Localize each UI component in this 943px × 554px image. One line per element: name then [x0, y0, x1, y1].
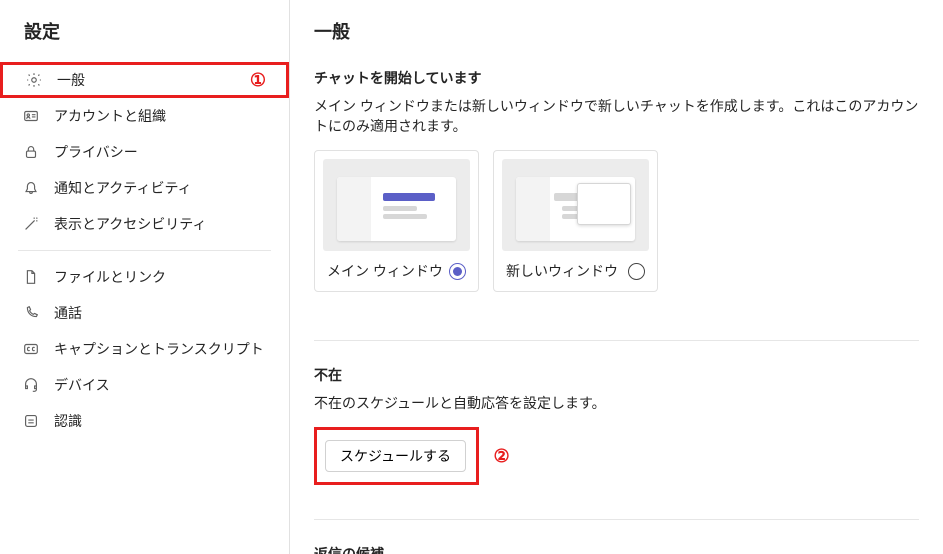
divider [314, 340, 919, 341]
lock-icon [22, 143, 40, 161]
settings-main: 一般 チャットを開始しています メイン ウィンドウまたは新しいウィンドウで新しい… [290, 0, 943, 554]
card-icon [22, 107, 40, 125]
sidebar-item-account[interactable]: アカウントと組織 [0, 98, 289, 134]
thumbnail-main-window [323, 159, 470, 251]
sidebar-item-devices[interactable]: デバイス [0, 367, 289, 403]
section-description: メイン ウィンドウまたは新しいウィンドウで新しいチャットを作成します。これはこの… [314, 96, 919, 136]
section-suggested-replies: 返信の候補 返信の候補をチャットに表示する [314, 544, 919, 554]
file-icon [22, 268, 40, 286]
section-chat-open: チャットを開始しています メイン ウィンドウまたは新しいウィンドウで新しいチャッ… [314, 68, 919, 292]
sidebar-title: 設定 [0, 16, 289, 62]
sidebar-separator [18, 250, 271, 251]
section-heading: 返信の候補 [314, 544, 919, 554]
wand-icon [22, 215, 40, 233]
cc-icon [22, 340, 40, 358]
divider [314, 519, 919, 520]
sidebar-item-label: デバイス [54, 375, 110, 395]
section-description: 不在のスケジュールと自動応答を設定します。 [314, 393, 919, 413]
page-title: 一般 [314, 18, 919, 44]
sidebar-item-label: キャプションとトランスクリプト [54, 339, 264, 359]
callout-box-two: スケジュールする [314, 427, 479, 485]
option-main-window[interactable]: メイン ウィンドウ [314, 150, 479, 292]
badge-icon [22, 412, 40, 430]
sidebar-item-privacy[interactable]: プライバシー [0, 134, 289, 170]
bell-icon [22, 179, 40, 197]
sidebar-item-calls[interactable]: 通話 [0, 295, 289, 331]
sidebar-item-files[interactable]: ファイルとリンク [0, 259, 289, 295]
sidebar-item-notifications[interactable]: 通知とアクティビティ [0, 170, 289, 206]
headset-icon [22, 376, 40, 394]
option-new-window[interactable]: 新しいウィンドウ [493, 150, 658, 292]
settings-sidebar: 設定 一般 ① アカウントと組織 プライバシー 通知とアクティビティ 表示とアク… [0, 0, 290, 554]
gear-icon [25, 71, 43, 89]
sidebar-item-label: 表示とアクセシビリティ [54, 214, 206, 234]
sidebar-item-appearance[interactable]: 表示とアクセシビリティ [0, 206, 289, 242]
sidebar-item-recognition[interactable]: 認識 [0, 403, 289, 439]
phone-icon [22, 304, 40, 322]
option-label: メイン ウィンドウ [327, 261, 443, 281]
sidebar-item-label: 一般 [57, 70, 85, 90]
thumbnail-new-window [502, 159, 649, 251]
sidebar-item-general[interactable]: 一般 ① [0, 62, 289, 98]
sidebar-item-label: プライバシー [54, 142, 138, 162]
sidebar-item-label: 通知とアクティビティ [54, 178, 192, 198]
sidebar-item-label: 通話 [54, 303, 82, 323]
section-heading: チャットを開始しています [314, 68, 919, 88]
option-label: 新しいウィンドウ [506, 261, 618, 281]
radio-unselected[interactable] [628, 263, 645, 280]
sidebar-item-captions[interactable]: キャプションとトランスクリプト [0, 331, 289, 367]
radio-selected[interactable] [449, 263, 466, 280]
sidebar-item-label: ファイルとリンク [54, 267, 166, 287]
sidebar-item-label: 認識 [54, 411, 82, 431]
callout-one: ① [250, 70, 266, 91]
sidebar-item-label: アカウントと組織 [54, 106, 166, 126]
callout-two: ② [493, 446, 509, 466]
schedule-button[interactable]: スケジュールする [325, 440, 466, 472]
section-out-of-office: 不在 不在のスケジュールと自動応答を設定します。 スケジュールする ② [314, 365, 919, 485]
section-heading: 不在 [314, 365, 919, 385]
